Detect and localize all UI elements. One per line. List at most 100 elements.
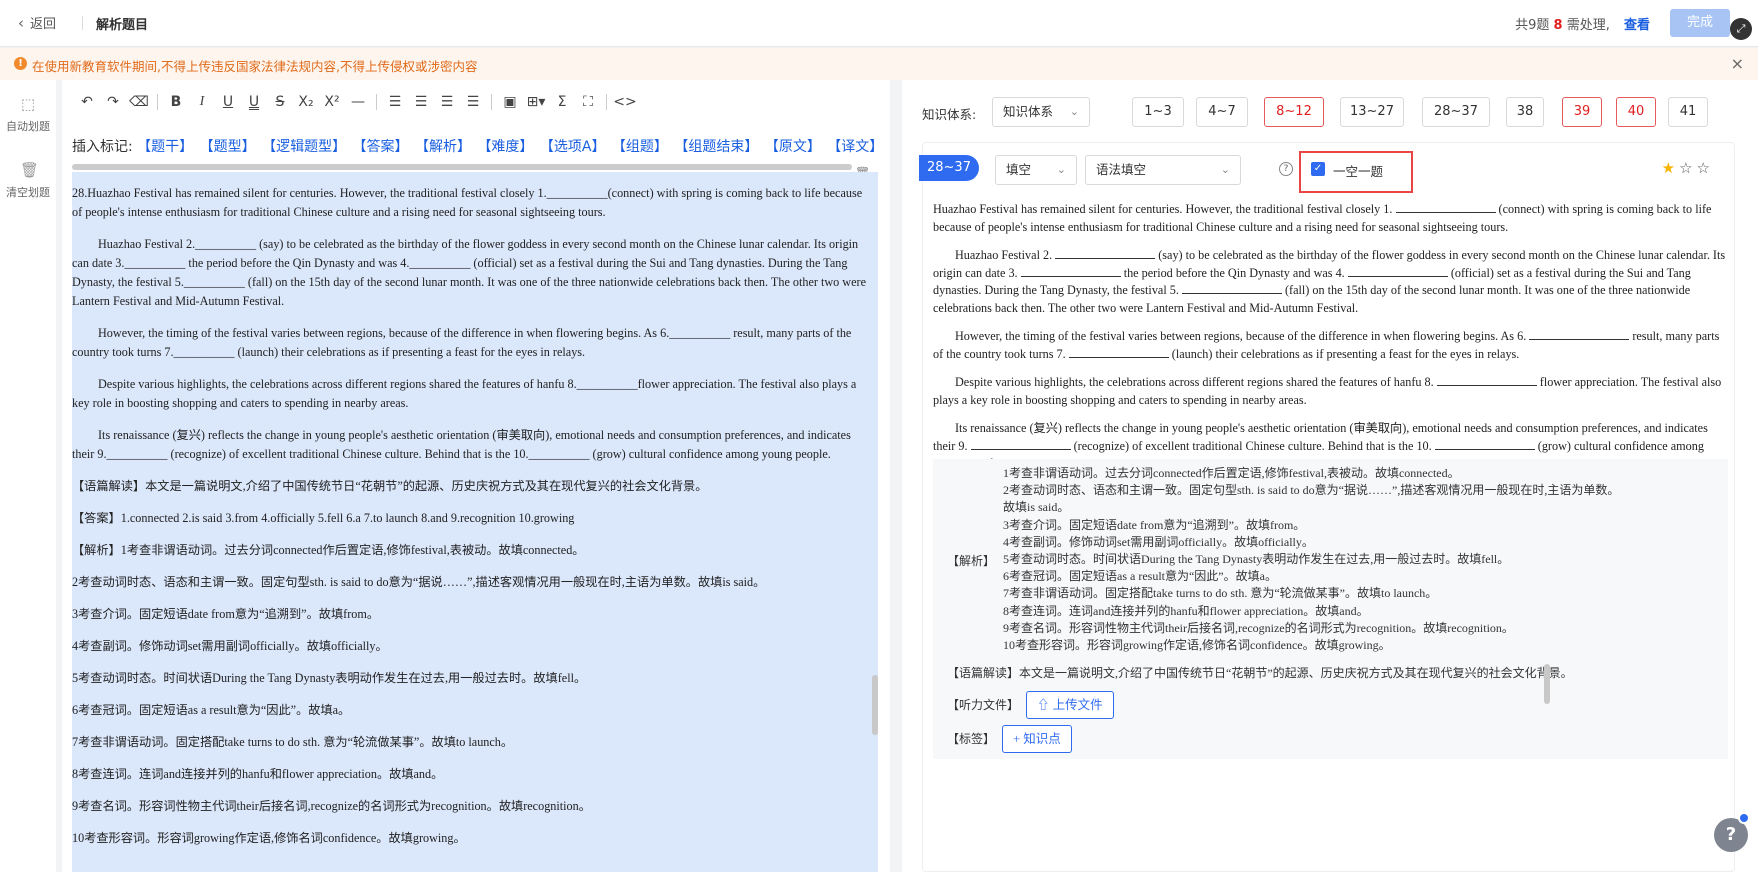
question-subtype-select[interactable]: 语法填空 ⌄ (1085, 155, 1241, 185)
selection-icon[interactable]: ⛶ (575, 89, 601, 115)
subscript-icon[interactable]: X₂ (293, 89, 319, 115)
done-button[interactable]: 完成 (1670, 9, 1730, 37)
range-tab[interactable]: 28~37 (1422, 97, 1490, 127)
range-tab[interactable]: 1~3 (1132, 97, 1184, 127)
question-paragraph: Huazhao Festival has remained silent for… (933, 201, 1712, 234)
blank[interactable] (1055, 247, 1156, 259)
summary-prefix: 共9题 (1515, 18, 1550, 33)
vertical-scrollbar[interactable] (872, 675, 878, 735)
range-tab[interactable]: 8~12 (1264, 97, 1324, 127)
add-knowledge-button[interactable]: + 知识点 (1002, 725, 1072, 753)
back-button[interactable]: ‹ 返回 (18, 13, 56, 33)
analysis-line: 5考查动词时态。时间状语During the Tang Dynasty表明动作发… (1003, 552, 1510, 567)
marker-analysis[interactable]: 【解析】 (415, 139, 471, 155)
marker-translation[interactable]: 【译文】 (827, 139, 882, 155)
blank[interactable] (1068, 346, 1169, 358)
tag-row: 【标签】 + 知识点 (947, 725, 1072, 753)
marker-answer[interactable]: 【答案】 (353, 139, 409, 155)
star-filled-icon[interactable]: ★ (1662, 159, 1679, 177)
blank[interactable] (970, 438, 1071, 450)
italic-icon[interactable]: I (189, 89, 215, 115)
eraser-icon[interactable]: ⌫ (126, 89, 152, 115)
range-tab[interactable]: 39 (1562, 97, 1602, 127)
image-icon[interactable]: ▣ (497, 89, 523, 115)
doc-paragraph: 7考查非谓语动词。固定搭配take turns to do sth. 意为“轮流… (72, 735, 514, 749)
help-icon[interactable]: ? (1279, 162, 1293, 176)
question-type-value: 填空 (1006, 162, 1032, 177)
bold-icon[interactable]: B (163, 89, 189, 115)
marker-option-a[interactable]: 【选项A】 (540, 139, 606, 155)
marker-group[interactable]: 【组题】 (612, 139, 668, 155)
redo-icon[interactable]: ↷ (100, 89, 126, 115)
notification-dot (1738, 812, 1750, 824)
chevron-down-icon: ⌄ (1220, 163, 1230, 176)
close-icon[interactable]: × (1731, 54, 1744, 73)
blank[interactable] (1181, 282, 1282, 294)
analysis-section: 【解析】 1考查非谓语动词。过去分词connected作后置定语,修饰festi… (933, 459, 1728, 759)
doc-paragraph: Huazhao Festival 2.__________ (say) to b… (72, 237, 866, 308)
top-header: ‹ 返回 解析题目 共9题 8 需处理, 查看 完成 ⤢ (0, 0, 1758, 47)
analysis-line: 2考查动词时态、语态和主谓一致。固定句型sth. is said to do意为… (1003, 483, 1620, 515)
question-type-select[interactable]: 填空 ⌄ (995, 155, 1077, 185)
formula-icon[interactable]: Σ (549, 89, 575, 115)
listen-row: 【听力文件】 ⇧ 上传文件 (947, 691, 1114, 719)
horizontal-rule-icon[interactable]: — (345, 89, 371, 115)
superscript-icon[interactable]: X² (319, 89, 345, 115)
double-underline-icon[interactable]: U (241, 89, 267, 115)
blank[interactable] (1395, 201, 1496, 213)
undo-icon[interactable]: ↶ (74, 89, 100, 115)
question-card: 28~37 填空 ⌄ 语法填空 ⌄ ? ✓ 一空一题 ★☆☆ Huazhao F… (919, 142, 1735, 872)
document-content[interactable]: 28.Huazhao Festival has remained silent … (72, 172, 878, 872)
clear-split-label: 清空划题 (6, 186, 50, 199)
blank[interactable] (1436, 374, 1537, 386)
marker-difficulty[interactable]: 【难度】 (477, 139, 533, 155)
view-link[interactable]: 查看 (1624, 18, 1650, 33)
editor-toolbar: ↶ ↷ ⌫ B I U U S X₂ X² — ☰ ☰ ☰ ☰ ▣ ⊞▾ Σ ⛶… (74, 88, 638, 116)
pending-summary: 共9题 8 需处理, 查看 (1515, 14, 1650, 33)
vertical-scrollbar[interactable] (1544, 664, 1550, 704)
range-tab[interactable]: 4~7 (1196, 97, 1248, 127)
horizontal-scrollbar[interactable] (72, 164, 852, 170)
blank[interactable] (1529, 328, 1630, 340)
marker-type[interactable]: 【题型】 (200, 139, 256, 155)
question-paragraph: However, the timing of the festival vari… (933, 328, 1720, 361)
range-tab[interactable]: 41 (1668, 97, 1708, 127)
code-icon[interactable]: <> (612, 89, 638, 115)
range-tab[interactable]: 38 (1506, 97, 1544, 127)
upload-button[interactable]: ⇧ 上传文件 (1026, 691, 1114, 719)
align-left-icon[interactable]: ☰ (382, 89, 408, 115)
align-right-icon[interactable]: ☰ (434, 89, 460, 115)
insert-markers: 插入标记: 【题干】 【题型】 【逻辑题型】 【答案】 【解析】 【难度】 【选… (72, 136, 882, 156)
marker-group-end[interactable]: 【组题结束】 (674, 139, 758, 155)
analysis-line: 4考查副词。修饰动词set需用副词officially。故填officially… (1003, 534, 1314, 549)
knowledge-select[interactable]: 知识体系 ⌄ (992, 97, 1090, 127)
star-icon[interactable]: ☆ (1679, 159, 1696, 177)
range-tab[interactable]: 40 (1616, 97, 1656, 127)
doc-paragraph: Despite various highlights, the celebrat… (72, 377, 857, 410)
range-tab[interactable]: 13~27 (1340, 97, 1404, 127)
justify-icon[interactable]: ☰ (460, 89, 486, 115)
question-range-tag: 28~37 (919, 155, 979, 181)
knowledge-label: 知识体系: (922, 107, 977, 122)
star-icon[interactable]: ☆ (1697, 159, 1714, 177)
auto-split-button[interactable]: ⬚ 自动划题 (0, 96, 56, 134)
upload-icon: ⇧ (1037, 698, 1050, 712)
chevron-down-icon: ⌄ (1056, 163, 1066, 176)
fullscreen-icon[interactable]: ⤢ (1730, 18, 1752, 40)
align-center-icon[interactable]: ☰ (408, 89, 434, 115)
doc-paragraph: 6考查冠词。固定短语as a result意为“因此”。故填a。 (72, 703, 351, 717)
marker-original[interactable]: 【原文】 (765, 139, 821, 155)
marker-stem[interactable]: 【题干】 (137, 139, 193, 155)
underline-icon[interactable]: U (215, 89, 241, 115)
blank[interactable] (1020, 265, 1121, 277)
clear-split-button[interactable]: 🗑 清空划题 (0, 162, 56, 200)
doc-paragraph: Its renaissance (复兴) reflects the change… (72, 428, 851, 461)
doc-paragraph: However, the timing of the festival vari… (72, 326, 852, 359)
marker-logic-type[interactable]: 【逻辑题型】 (262, 139, 346, 155)
one-blank-checkbox[interactable]: ✓ (1311, 162, 1325, 176)
table-icon[interactable]: ⊞▾ (523, 89, 549, 115)
blank[interactable] (1347, 265, 1448, 277)
blank[interactable] (1434, 438, 1535, 450)
strikethrough-icon[interactable]: S (267, 89, 293, 115)
analysis-line: 10考查形容词。形容词growing作定语,修饰名词confidence。故填g… (1003, 638, 1391, 653)
